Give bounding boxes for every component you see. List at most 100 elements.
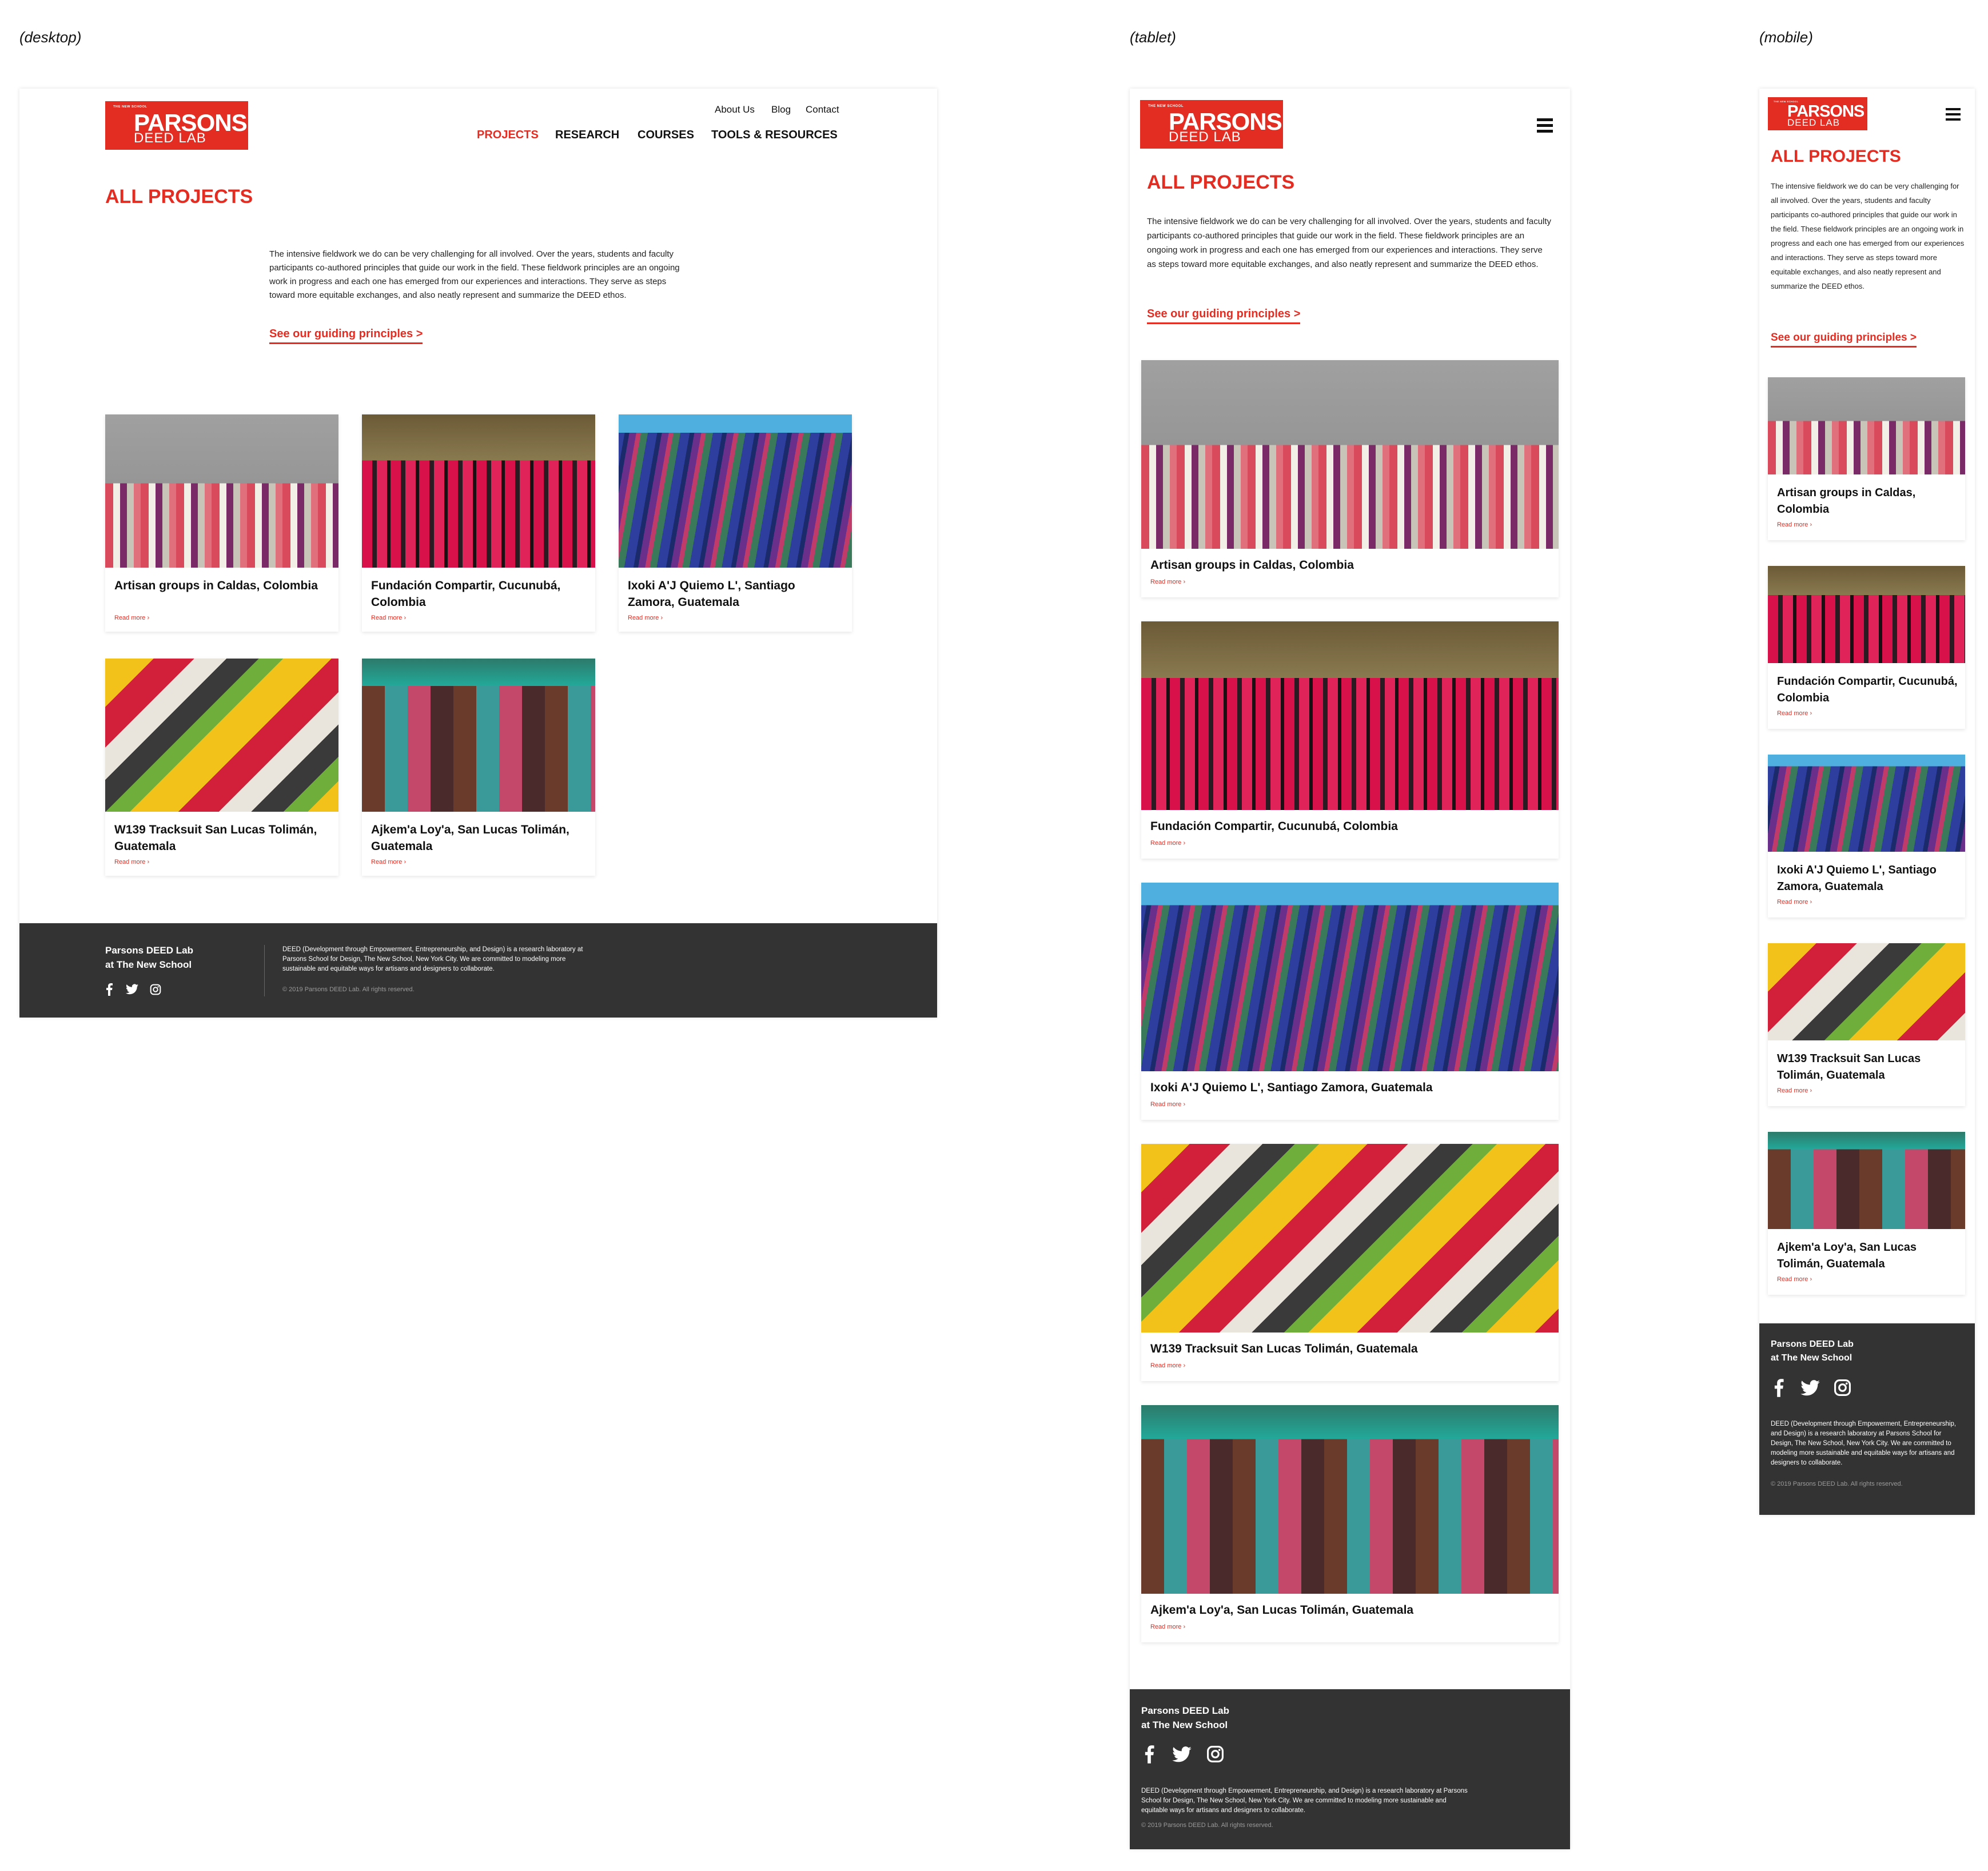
hamburger-menu-icon[interactable]: [1537, 118, 1553, 133]
project-card[interactable]: Fundación Compartir, Cucunubá, Colombia …: [362, 414, 595, 632]
project-title[interactable]: Fundación Compartir, Cucunubá, Colombia: [371, 577, 588, 611]
hamburger-menu-icon[interactable]: [1946, 108, 1961, 121]
project-title[interactable]: Ajkem'a Loy'a, San Lucas Tolimán, Guatem…: [1777, 1239, 1960, 1272]
logo[interactable]: THE NEW SCHOOL PARSONS DEED LAB: [1768, 97, 1867, 130]
project-card[interactable]: Artisan groups in Caldas, Colombia Read …: [105, 414, 338, 632]
instagram-icon[interactable]: [1834, 1379, 1851, 1397]
read-more-link[interactable]: Read more ›: [371, 859, 406, 865]
project-card[interactable]: Ajkem'a Loy'a, San Lucas Tolimán, Guatem…: [362, 659, 595, 876]
project-title[interactable]: Ajkem'a Loy'a, San Lucas Tolimán, Guatem…: [371, 821, 583, 855]
project-image[interactable]: [1141, 883, 1559, 1071]
footer-org-line2: at The New School: [1141, 1720, 1228, 1730]
project-image[interactable]: [1768, 1132, 1965, 1229]
read-more-link[interactable]: Read more ›: [371, 615, 406, 621]
project-title[interactable]: Fundación Compartir, Cucunubá, Colombia: [1150, 819, 1551, 835]
project-title[interactable]: Fundación Compartir, Cucunubá, Colombia: [1777, 673, 1960, 707]
logo[interactable]: THE NEW SCHOOL PARSONS DEED LAB: [1140, 100, 1283, 149]
project-image[interactable]: [362, 659, 595, 812]
project-card[interactable]: Fundación Compartir, Cucunubá, Colombia …: [1768, 566, 1965, 729]
read-more-link[interactable]: Read more ›: [1777, 1087, 1812, 1094]
logo[interactable]: THE NEW SCHOOL PARSONS DEED LAB: [105, 101, 248, 150]
footer-org-line1: Parsons DEED Lab: [1141, 1705, 1229, 1716]
nav-tools-resources[interactable]: TOOLS & RESOURCES: [711, 129, 838, 142]
read-more-link[interactable]: Read more ›: [1150, 1362, 1185, 1369]
read-more-link[interactable]: Read more ›: [1777, 899, 1812, 905]
nav-blog[interactable]: Blog: [771, 104, 791, 115]
principles-link[interactable]: See our guiding principles >: [1771, 332, 1917, 348]
instagram-icon[interactable]: [150, 984, 161, 995]
read-more-link[interactable]: Read more ›: [1777, 521, 1812, 528]
project-image[interactable]: [1141, 621, 1559, 810]
principles-link[interactable]: See our guiding principles >: [1147, 308, 1301, 324]
project-title[interactable]: Ixoki A'J Quiemo L', Santiago Zamora, Gu…: [1150, 1080, 1551, 1096]
read-more-link[interactable]: Read more ›: [114, 859, 149, 865]
footer-description: DEED (Development through Empowerment, E…: [282, 946, 583, 972]
project-card[interactable]: Fundación Compartir, Cucunubá, Colombia …: [1141, 621, 1559, 859]
project-title[interactable]: Ajkem'a Loy'a, San Lucas Tolimán, Guatem…: [1150, 1602, 1551, 1618]
nav-research[interactable]: RESEARCH: [555, 129, 619, 142]
facebook-icon[interactable]: [1773, 1379, 1784, 1397]
project-title[interactable]: W139 Tracksuit San Lucas Tolimán, Guatem…: [1150, 1341, 1551, 1357]
mobile-frame: THE NEW SCHOOL PARSONS DEED LAB ALL PROJ…: [1759, 89, 1975, 1515]
logo-sub-text: DEED LAB: [1787, 117, 1840, 128]
read-more-link[interactable]: Read more ›: [628, 615, 663, 621]
project-card[interactable]: Artisan groups in Caldas, Colombia Read …: [1768, 377, 1965, 540]
project-title[interactable]: Ixoki A'J Quiemo L', Santiago Zamora, Gu…: [628, 577, 845, 611]
project-image[interactable]: [1768, 377, 1965, 474]
footer: Parsons DEED Lab at The New School DEED …: [1759, 1323, 1975, 1515]
project-image[interactable]: [105, 659, 338, 812]
read-more-link[interactable]: Read more ›: [1150, 840, 1185, 847]
desktop-frame: THE NEW SCHOOL PARSONS DEED LAB About Us…: [19, 89, 937, 1018]
project-card[interactable]: W139 Tracksuit San Lucas Tolimán, Guatem…: [1768, 943, 1965, 1106]
project-image[interactable]: [1141, 360, 1559, 549]
project-card[interactable]: Ajkem'a Loy'a, San Lucas Tolimán, Guatem…: [1768, 1132, 1965, 1295]
project-card[interactable]: Artisan groups in Caldas, Colombia Read …: [1141, 360, 1559, 597]
read-more-link[interactable]: Read more ›: [1150, 579, 1185, 585]
page-title: ALL PROJECTS: [1771, 147, 1901, 166]
project-title[interactable]: W139 Tracksuit San Lucas Tolimán, Guatem…: [1777, 1051, 1960, 1084]
footer-divider: [264, 945, 265, 996]
twitter-icon[interactable]: [1800, 1380, 1820, 1396]
intro-text: The intensive fieldwork we do can be ver…: [1771, 182, 1965, 290]
nav-about-us[interactable]: About Us: [715, 104, 755, 115]
read-more-link[interactable]: Read more ›: [114, 615, 149, 621]
twitter-icon[interactable]: [1172, 1746, 1192, 1762]
read-more-link[interactable]: Read more ›: [1777, 710, 1812, 717]
project-card[interactable]: Ixoki A'J Quiemo L', Santiago Zamora, Gu…: [1141, 883, 1559, 1120]
project-card[interactable]: Ixoki A'J Quiemo L', Santiago Zamora, Gu…: [1768, 755, 1965, 917]
project-title[interactable]: Artisan groups in Caldas, Colombia: [1150, 557, 1551, 573]
desktop-label: (desktop): [19, 29, 82, 46]
footer-org-line1: Parsons DEED Lab: [105, 945, 193, 956]
project-title[interactable]: Artisan groups in Caldas, Colombia: [114, 577, 326, 594]
nav-courses[interactable]: COURSES: [638, 129, 694, 142]
instagram-icon[interactable]: [1206, 1745, 1224, 1763]
project-image[interactable]: [1141, 1405, 1559, 1594]
project-card[interactable]: Ixoki A'J Quiemo L', Santiago Zamora, Gu…: [619, 414, 852, 632]
read-more-link[interactable]: Read more ›: [1150, 1623, 1185, 1630]
project-image[interactable]: [1768, 943, 1965, 1040]
project-card[interactable]: W139 Tracksuit San Lucas Tolimán, Guatem…: [105, 659, 338, 876]
footer-copyright: © 2019 Parsons DEED Lab. All rights rese…: [282, 986, 415, 993]
read-more-link[interactable]: Read more ›: [1150, 1101, 1185, 1108]
footer-copyright: © 2019 Parsons DEED Lab. All rights rese…: [1141, 1822, 1273, 1829]
twitter-icon[interactable]: [126, 984, 138, 995]
page-title: ALL PROJECTS: [1147, 171, 1295, 193]
facebook-icon[interactable]: [1144, 1745, 1155, 1764]
project-image[interactable]: [619, 414, 852, 568]
project-image[interactable]: [105, 414, 338, 568]
project-card[interactable]: W139 Tracksuit San Lucas Tolimán, Guatem…: [1141, 1144, 1559, 1381]
project-card[interactable]: Ajkem'a Loy'a, San Lucas Tolimán, Guatem…: [1141, 1405, 1559, 1642]
principles-link[interactable]: See our guiding principles >: [269, 328, 423, 344]
project-title[interactable]: W139 Tracksuit San Lucas Tolimán, Guatem…: [114, 821, 326, 855]
project-image[interactable]: [362, 414, 595, 568]
project-title[interactable]: Artisan groups in Caldas, Colombia: [1777, 485, 1960, 518]
facebook-icon[interactable]: [105, 983, 113, 996]
footer-copyright: © 2019 Parsons DEED Lab. All rights rese…: [1771, 1481, 1903, 1487]
read-more-link[interactable]: Read more ›: [1777, 1276, 1812, 1283]
project-image[interactable]: [1141, 1144, 1559, 1333]
project-title[interactable]: Ixoki A'J Quiemo L', Santiago Zamora, Gu…: [1777, 862, 1960, 895]
project-image[interactable]: [1768, 566, 1965, 663]
project-image[interactable]: [1768, 755, 1965, 852]
nav-contact[interactable]: Contact: [806, 104, 839, 115]
nav-projects[interactable]: PROJECTS: [477, 129, 539, 142]
